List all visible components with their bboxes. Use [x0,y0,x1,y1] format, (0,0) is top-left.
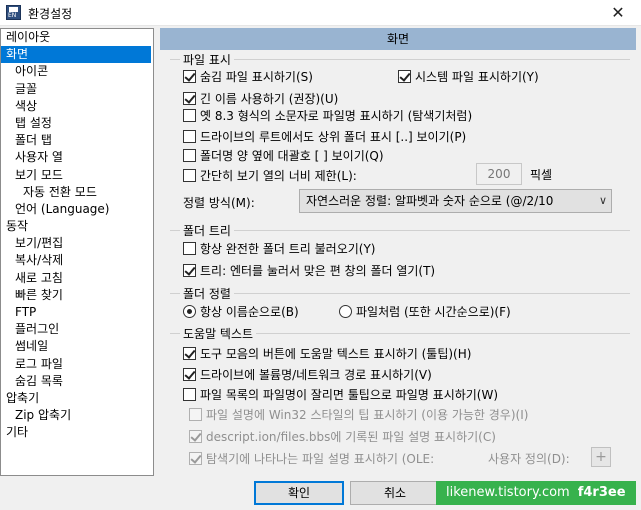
checkbox-box [189,408,202,421]
checkbox-box [189,430,202,443]
close-button[interactable]: ✕ [595,0,641,26]
checkbox-box[interactable] [183,169,196,182]
tree-item-misc[interactable]: 기타 [1,424,153,441]
win32-tips-checkbox: 파일 설명에 Win32 스타일의 팁 표시하기 (이용 가능한 경우)(I) [189,406,528,423]
show-system-checkbox[interactable]: 시스템 파일 표시하기(Y) [398,68,539,85]
tree-item-layout[interactable]: 레이아웃 [1,29,153,46]
brief-width-checkbox[interactable]: 간단히 보기 열의 너비 제한(L): [183,167,357,184]
always-full-tree-checkbox[interactable]: 항상 완전한 폴더 트리 불러오기(Y) [183,240,375,257]
radio-button[interactable] [183,305,196,318]
tree-item-view-edit[interactable]: 보기/편집 [1,235,153,252]
file-display-legend: 파일 표시 [180,51,234,68]
title-bar: 환경설정 ✕ [0,0,641,26]
brief-width-input[interactable]: 200 [476,163,522,185]
settings-tree[interactable]: 레이아웃 화면 아이콘 글꼴 색상 탭 설정 폴더 탭 사용자 열 보기 모드 자동 전환 모드 언… [0,28,154,476]
drive-tips-checkbox[interactable]: 드라이브에 볼륨명/네트워크 경로 표시하기(V) [183,366,432,383]
chevron-down-icon: ∨ [598,194,607,207]
old83-lowercase-checkbox[interactable]: 옛 8.3 형식의 소문자로 파일명 표시하기 (탐색기처럼) [183,107,472,124]
show-hidden-label: 숨김 파일 표시하기(S) [200,70,313,84]
long-names-checkbox[interactable]: 긴 이름 사용하기 (권장)(U) [183,90,338,107]
sort-like-files-radio[interactable]: 파일처럼 (또한 시간순으로)(F) [339,303,511,320]
app-icon [6,5,21,20]
explorer-desc-checkbox: 탐색기에 나타나는 파일 설명 표시하기 (OLE: [189,450,434,467]
window-title: 환경설정 [28,7,73,21]
checkbox-box[interactable] [183,149,196,162]
enter-new-tab-checkbox[interactable]: 트리: 엔터를 눌러서 맞은 편 창의 폴더 열기(T) [183,262,435,279]
folder-sort-legend: 폴더 정렬 [180,285,234,302]
checkbox-box[interactable] [183,388,196,401]
always-full-tree-label: 항상 완전한 폴더 트리 불러오기(Y) [200,242,376,256]
tree-item-fonts[interactable]: 글꼴 [1,81,153,98]
tree-item-packers[interactable]: 압축기 [1,390,153,407]
explorer-desc-label: 탐색기에 나타나는 파일 설명 표시하기 (OLE: [206,452,435,466]
sort-method-value: 자연스러운 정렬: 알파벳과 숫자 순으로 (@/2/10 [306,194,554,208]
checkbox-box[interactable] [183,130,196,143]
enter-new-tab-label: 트리: 엔터를 눌러서 맞은 편 창의 폴더 열기(T) [200,264,436,278]
tree-item-refresh[interactable]: 새로 고침 [1,270,153,287]
tree-item-plugins[interactable]: 플러그인 [1,321,153,338]
show-system-label: 시스템 파일 표시하기(Y) [415,70,539,84]
truncated-tips-label: 파일 목록의 파일명이 잘리면 툴팁으로 파일명 표시하기(W) [200,388,499,402]
folder-tree-legend: 폴더 트리 [180,222,234,239]
tree-item-folder-tabs[interactable]: 폴더 탭 [1,132,153,149]
sort-by-name-radio[interactable]: 항상 이름순으로(B) [183,303,299,320]
watermark-tag: f4r3ee [577,485,626,500]
sort-like-files-label: 파일처럼 (또한 시간순으로)(F) [356,305,511,319]
tree-item-tab-settings[interactable]: 탭 설정 [1,115,153,132]
win32-tips-label: 파일 설명에 Win32 스타일의 팁 표시하기 (이용 가능한 경우)(I) [206,408,529,422]
checkbox-box[interactable] [183,242,196,255]
brackets-checkbox[interactable]: 폴더명 양 옆에 대괄호 [ ] 보이기(Q) [183,147,384,164]
watermark: likenew.tistory.com f4r3ee [436,481,636,505]
brief-width-label: 간단히 보기 열의 너비 제한(L): [200,169,357,183]
brackets-label: 폴더명 양 옆에 대괄호 [ ] 보이기(Q) [200,149,384,163]
add-field-button: + [591,447,611,467]
brief-width-unit: 픽셀 [530,168,553,182]
toolbar-tips-label: 도구 모음의 버튼에 도움말 텍스트 표시하기 (툴팁)(H) [200,347,472,361]
tree-item-zip-packer[interactable]: Zip 압축기 [1,407,153,424]
truncated-tips-checkbox[interactable]: 파일 목록의 파일명이 잘리면 툴팁으로 파일명 표시하기(W) [183,386,498,403]
tree-item-custom-columns[interactable]: 사용자 열 [1,149,153,166]
ok-button[interactable]: 확인 [254,481,344,505]
upper-dir-root-label: 드라이브의 루트에서도 상위 폴더 표시 [..] 보이기(P) [200,130,467,144]
drive-tips-label: 드라이브에 볼륨명/네트워크 경로 표시하기(V) [200,368,432,382]
tree-item-hidden-list[interactable]: 숨김 목록 [1,373,153,390]
user-defined-label: 사용자 정의(D): [488,452,570,466]
tree-item-quick-search[interactable]: 빠른 찾기 [1,287,153,304]
sort-method-select[interactable]: 자연스러운 정렬: 알파벳과 숫자 순으로 (@/2/10 ∨ [299,189,612,213]
old83-lowercase-label: 옛 8.3 형식의 소문자로 파일명 표시하기 (탐색기처럼) [200,109,473,123]
sort-method-label: 정렬 방식(M): [183,196,255,210]
watermark-site: likenew.tistory.com [446,485,570,500]
tree-item-display[interactable]: 화면 [1,46,151,64]
radio-button[interactable] [339,305,352,318]
checkbox-box[interactable] [183,70,196,83]
page-title: 화면 [160,28,636,50]
tree-item-colors[interactable]: 색상 [1,98,153,115]
tree-item-ftp[interactable]: FTP [1,304,153,321]
checkbox-box[interactable] [183,264,196,277]
descript-ion-label: descript.ion/files.bbs에 기록된 파일 설명 표시하기(C… [206,430,496,444]
checkbox-box[interactable] [183,368,196,381]
descript-ion-checkbox: descript.ion/files.bbs에 기록된 파일 설명 표시하기(C… [189,428,496,445]
checkbox-box[interactable] [398,70,411,83]
cancel-button[interactable]: 취소 [350,481,440,505]
checkbox-box [189,452,202,465]
sort-by-name-label: 항상 이름순으로(B) [200,305,299,319]
tree-item-log-file[interactable]: 로그 파일 [1,356,153,373]
tree-item-view-mode[interactable]: 보기 모드 [1,167,153,184]
tree-item-auto-switch-mode[interactable]: 자동 전환 모드 [1,184,153,201]
tree-item-language[interactable]: 언어 (Language) [1,201,153,218]
tree-item-icons[interactable]: 아이콘 [1,63,153,80]
toolbar-tips-checkbox[interactable]: 도구 모음의 버튼에 도움말 텍스트 표시하기 (툴팁)(H) [183,345,471,362]
tooltips-legend: 도움말 텍스트 [180,325,257,342]
upper-dir-root-checkbox[interactable]: 드라이브의 루트에서도 상위 폴더 표시 [..] 보이기(P) [183,128,466,145]
show-hidden-checkbox[interactable]: 숨김 파일 표시하기(S) [183,68,313,85]
checkbox-box[interactable] [183,109,196,122]
tree-item-operation[interactable]: 동작 [1,218,153,235]
checkbox-box[interactable] [183,92,196,105]
tree-item-copy-delete[interactable]: 복사/삭제 [1,252,153,269]
tree-item-thumbnails[interactable]: 썸네일 [1,338,153,355]
checkbox-box[interactable] [183,347,196,360]
long-names-label: 긴 이름 사용하기 (권장)(U) [200,92,339,106]
